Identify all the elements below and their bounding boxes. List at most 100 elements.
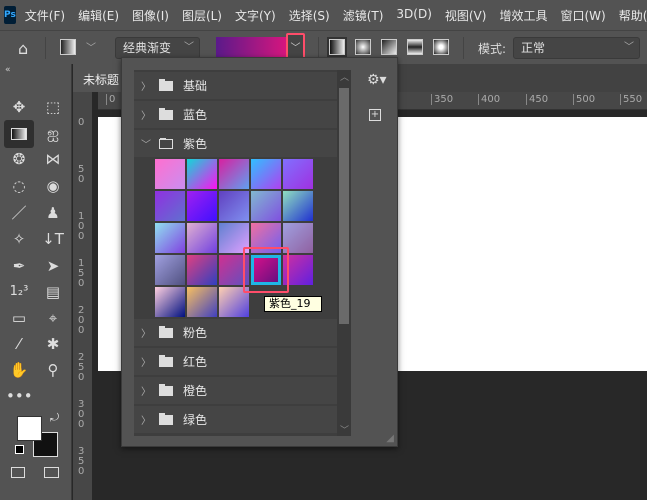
gradient-swatch[interactable] [187, 223, 217, 253]
ruler-label: 0 [106, 94, 115, 105]
move-tool[interactable]: ✥ [6, 95, 32, 119]
chevron-down-icon[interactable]: ﹀ [86, 39, 96, 54]
red-eye-tool[interactable]: ◉ [40, 174, 66, 198]
default-colors-icon[interactable] [15, 445, 24, 454]
gradient-swatch[interactable] [219, 159, 249, 189]
collapse-icon[interactable]: « [5, 65, 11, 75]
quick-selection-tool[interactable]: ◌ [6, 174, 32, 198]
marquee-tool[interactable]: ⬚ [40, 95, 66, 119]
menu-item[interactable]: 图像(I) [132, 7, 169, 24]
scrollbar[interactable]: ︿ ﹀ [337, 70, 351, 436]
mode-dropdown[interactable]: 正常 ﹀ [513, 37, 640, 59]
linear-gradient-button[interactable] [327, 37, 347, 57]
tool-preset-picker[interactable] [60, 39, 76, 55]
menu-item[interactable]: 编辑(E) [78, 7, 119, 24]
menu-item[interactable]: 窗口(W) [560, 7, 605, 24]
menu-item[interactable]: 图层(L) [182, 7, 222, 24]
quick-mask-icon[interactable] [11, 467, 25, 478]
puppet-tool[interactable]: ✱ [40, 332, 66, 356]
menu-item[interactable]: 增效工具 [499, 7, 547, 24]
eraser-tool[interactable]: ✧ [6, 227, 32, 251]
ruler-label: 350 [431, 94, 453, 105]
type-tool[interactable]: ↓T [40, 227, 66, 251]
ruler-label: 200 [78, 305, 85, 336]
menu-item[interactable]: 滤镜(T) [343, 7, 384, 24]
gradient-swatch[interactable] [251, 159, 281, 189]
scroll-thumb[interactable] [339, 88, 349, 324]
folder-row[interactable]: 〉 粉色 [134, 319, 337, 346]
ruler-tool[interactable]: ▭ [6, 306, 32, 330]
folder-row[interactable]: 〉 红色 [134, 348, 337, 375]
gradient-swatch[interactable] [155, 191, 185, 221]
angle-gradient-button[interactable] [381, 39, 397, 55]
highlight-box [243, 247, 289, 293]
gradient-swatch[interactable] [155, 287, 185, 317]
sponge-tool[interactable]: ❂ [6, 147, 32, 171]
chevron-down-icon[interactable]: ﹀ [139, 136, 153, 151]
gradient-tool[interactable] [4, 120, 34, 148]
folder-row[interactable]: 〉 蓝色 [134, 101, 337, 128]
menu-item[interactable]: 帮助(H) [619, 7, 647, 24]
gradient-swatch[interactable] [187, 287, 217, 317]
chevron-right-icon[interactable]: 〉 [139, 78, 153, 93]
count-tool[interactable]: 1₂³ [6, 280, 32, 304]
note-tool[interactable]: ▤ [40, 280, 66, 304]
path-selection-tool[interactable]: ➤ [40, 254, 66, 278]
new-gradient-icon[interactable]: + [369, 109, 381, 121]
folder-row[interactable]: 〉 绿色 [134, 406, 337, 433]
chevron-right-icon[interactable]: 〉 [139, 383, 153, 398]
gradient-swatch[interactable] [187, 159, 217, 189]
folder-row[interactable]: 〉 基础 [134, 72, 337, 99]
ruler-label: 0 [78, 117, 85, 128]
stamp-tool[interactable]: ♟ [40, 201, 66, 225]
gradient-swatch[interactable] [187, 191, 217, 221]
pen-tool[interactable]: ✒ [6, 254, 32, 278]
chevron-right-icon[interactable]: 〉 [139, 354, 153, 369]
lasso-tool[interactable]: ஐ [40, 121, 66, 145]
eyedropper-tool[interactable]: ⁄ [6, 332, 32, 356]
gradient-swatch[interactable] [251, 191, 281, 221]
screen-mode-icon[interactable] [44, 467, 59, 478]
ruler-label: 400 [478, 94, 500, 105]
foreground-color-swatch[interactable] [17, 416, 42, 441]
menu-item[interactable]: 选择(S) [289, 7, 330, 24]
gradient-preview[interactable] [216, 37, 286, 59]
chevron-right-icon[interactable]: 〉 [139, 107, 153, 122]
diamond-gradient-button[interactable] [433, 39, 449, 55]
resize-grip-icon[interactable]: ◢ [386, 433, 394, 444]
more-tools-icon[interactable]: ••• [6, 384, 33, 408]
swap-colors-icon[interactable]: ⤾ [50, 411, 59, 425]
menu-item[interactable]: 文字(Y) [235, 7, 276, 24]
menu-item[interactable]: 3D(D) [396, 7, 431, 24]
crop-tool[interactable]: ⋈ [40, 147, 66, 171]
folder-row[interactable]: 〉 橙色 [134, 377, 337, 404]
menu-item[interactable]: 文件(F) [25, 7, 65, 24]
gear-icon[interactable]: ⚙▾ [367, 72, 387, 88]
radial-gradient-button[interactable] [355, 39, 371, 55]
gradient-swatch[interactable] [155, 159, 185, 189]
brush-tool[interactable]: ／ [6, 201, 32, 225]
scroll-up-icon[interactable]: ︿ [340, 70, 349, 83]
home-icon[interactable]: ⌂ [18, 39, 28, 58]
gradient-swatch[interactable] [155, 223, 185, 253]
chevron-right-icon[interactable]: 〉 [139, 412, 153, 427]
gradient-swatch[interactable] [283, 159, 313, 189]
ruler-label: 450 [526, 94, 548, 105]
zoom-tool[interactable]: ⚲ [40, 358, 66, 382]
color-sampler-tool[interactable]: ⌖ [40, 306, 66, 330]
folder-row[interactable]: ﹀ 紫色 [134, 130, 337, 157]
gradient-swatch[interactable] [155, 255, 185, 285]
gradient-type-dropdown[interactable]: 经典渐变 ﹀ [115, 37, 200, 59]
menu-item[interactable]: 视图(V) [445, 7, 487, 24]
gradient-swatch[interactable] [283, 191, 313, 221]
gradient-preset-list: 〉基础〉蓝色 ﹀ 紫色〉粉色〉红色〉橙色〉绿色 [134, 70, 337, 436]
gradient-picker-popup: 〉基础〉蓝色 ﹀ 紫色〉粉色〉红色〉橙色〉绿色 ︿ ﹀ ⚙▾ + ◢ [121, 57, 398, 447]
gradient-swatch[interactable] [187, 255, 217, 285]
hand-tool[interactable]: ✋ [6, 358, 32, 382]
chevron-right-icon[interactable]: 〉 [139, 325, 153, 340]
document-tab[interactable]: 未标题 [73, 64, 123, 92]
reflected-gradient-button[interactable] [407, 39, 423, 55]
gradient-swatch[interactable] [219, 191, 249, 221]
scroll-down-icon[interactable]: ﹀ [340, 423, 349, 436]
folder-name: 橙色 [183, 384, 208, 398]
